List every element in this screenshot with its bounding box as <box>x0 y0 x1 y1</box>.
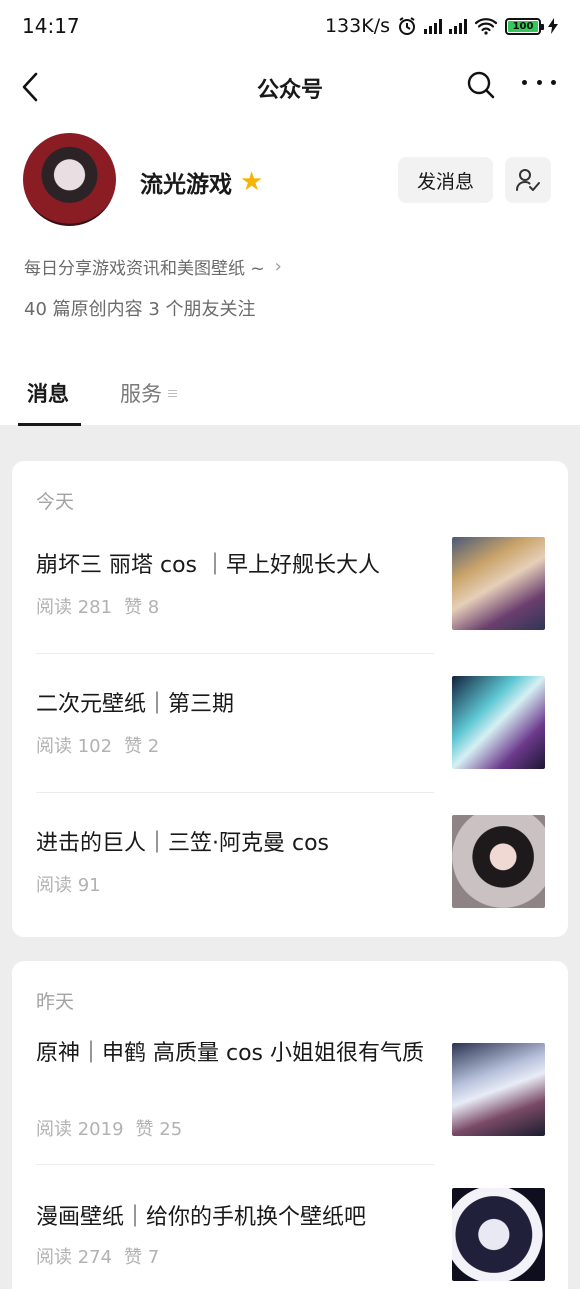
alarm-icon <box>399 17 415 35</box>
account-stats: 40 篇原创内容 3 个朋友关注 <box>24 299 256 320</box>
tab-messages[interactable]: 消息 <box>27 378 69 408</box>
article-meta: 阅读 281 赞 8 <box>36 593 159 619</box>
article-thumbnail <box>452 1043 545 1136</box>
article-reads: 阅读 102 <box>36 736 113 757</box>
article-item[interactable]: 进击的巨人｜三笠·阿克曼 cos 阅读 91 <box>36 815 546 927</box>
article-title: 二次元壁纸｜第三期 <box>36 692 235 717</box>
group-date: 今天 <box>36 491 75 513</box>
article-meta: 阅读 91 <box>36 871 101 897</box>
message-group-yesterday: 昨天 原神｜申鹤 高质量 cos 小姐姐很有气质 阅读 2019 赞 25 漫画壁… <box>12 961 568 1289</box>
wifi-icon <box>474 18 498 35</box>
menu-icon <box>168 389 177 397</box>
tab-bar: 消息 服务 <box>0 372 580 426</box>
article-likes: 赞 25 <box>135 1119 183 1140</box>
account-name-row: 流光游戏 ★ <box>140 165 263 199</box>
article-thumbnail <box>452 676 545 769</box>
message-group-today: 今天 崩坏三 丽塔 cos ｜早上好舰长大人 阅读 281 赞 8 二次元壁纸｜第… <box>12 461 568 937</box>
article-likes: 赞 2 <box>124 736 160 757</box>
article-thumbnail <box>452 537 545 630</box>
header-area: 14:17 133K/s 100 公众号 流光游戏 ★ 发消息 每日分享游戏资讯… <box>0 0 580 426</box>
network-speed: 133K/s <box>324 15 390 37</box>
status-time: 14:17 <box>22 14 80 38</box>
battery-icon: 100 <box>505 17 544 35</box>
group-date: 昨天 <box>36 991 75 1013</box>
chevron-right-icon: › <box>274 256 282 277</box>
divider <box>36 1164 434 1165</box>
article-title: 崩坏三 丽塔 cos ｜早上好舰长大人 <box>36 553 380 578</box>
divider <box>36 653 434 654</box>
article-thumbnail <box>452 1188 545 1281</box>
article-item[interactable]: 崩坏三 丽塔 cos ｜早上好舰长大人 阅读 281 赞 8 <box>36 537 546 649</box>
divider <box>36 792 434 793</box>
charging-icon <box>548 18 558 34</box>
article-reads: 阅读 281 <box>36 597 113 618</box>
tab-services[interactable]: 服务 <box>120 378 177 408</box>
avatar[interactable] <box>23 133 116 226</box>
account-name: 流光游戏 <box>140 172 232 198</box>
search-icon[interactable] <box>466 70 496 100</box>
article-meta: 阅读 274 赞 7 <box>36 1243 159 1269</box>
article-title: 漫画壁纸｜给你的手机换个壁纸吧 <box>36 1205 367 1230</box>
article-meta: 阅读 2019 赞 25 <box>36 1115 182 1141</box>
article-title: 进击的巨人｜三笠·阿克曼 cos <box>36 831 330 856</box>
send-message-button[interactable]: 发消息 <box>398 157 493 203</box>
article-item[interactable]: 二次元壁纸｜第三期 阅读 102 赞 2 <box>36 676 546 788</box>
tab-services-label: 服务 <box>120 382 162 406</box>
more-dots-icon[interactable] <box>522 80 556 90</box>
user-check-icon <box>516 169 540 191</box>
tab-indicator <box>18 423 81 426</box>
star-icon: ★ <box>240 167 264 197</box>
signal-icon <box>424 18 442 34</box>
nav-bar: 公众号 <box>0 52 580 122</box>
article-likes: 赞 7 <box>124 1247 160 1268</box>
article-title: 原神｜申鹤 高质量 cos 小姐姐很有气质 <box>36 1041 424 1066</box>
article-reads: 阅读 274 <box>36 1247 113 1268</box>
article-item[interactable]: 漫画壁纸｜给你的手机换个壁纸吧 阅读 274 赞 7 <box>36 1188 546 1289</box>
follow-button[interactable] <box>505 157 551 203</box>
account-description[interactable]: 每日分享游戏资讯和美图壁纸 ~ › <box>24 254 282 279</box>
status-bar: 14:17 133K/s 100 <box>0 0 580 52</box>
status-right: 133K/s 100 <box>325 15 558 37</box>
article-thumbnail <box>452 815 545 908</box>
article-reads: 阅读 91 <box>36 875 101 896</box>
article-meta: 阅读 102 赞 2 <box>36 732 159 758</box>
signal-icon-2 <box>449 18 467 34</box>
article-item[interactable]: 原神｜申鹤 高质量 cos 小姐姐很有气质 阅读 2019 赞 25 <box>36 1037 546 1147</box>
article-reads: 阅读 2019 <box>36 1119 124 1140</box>
article-likes: 赞 8 <box>124 597 160 618</box>
description-text: 每日分享游戏资讯和美图壁纸 ~ <box>24 259 265 279</box>
